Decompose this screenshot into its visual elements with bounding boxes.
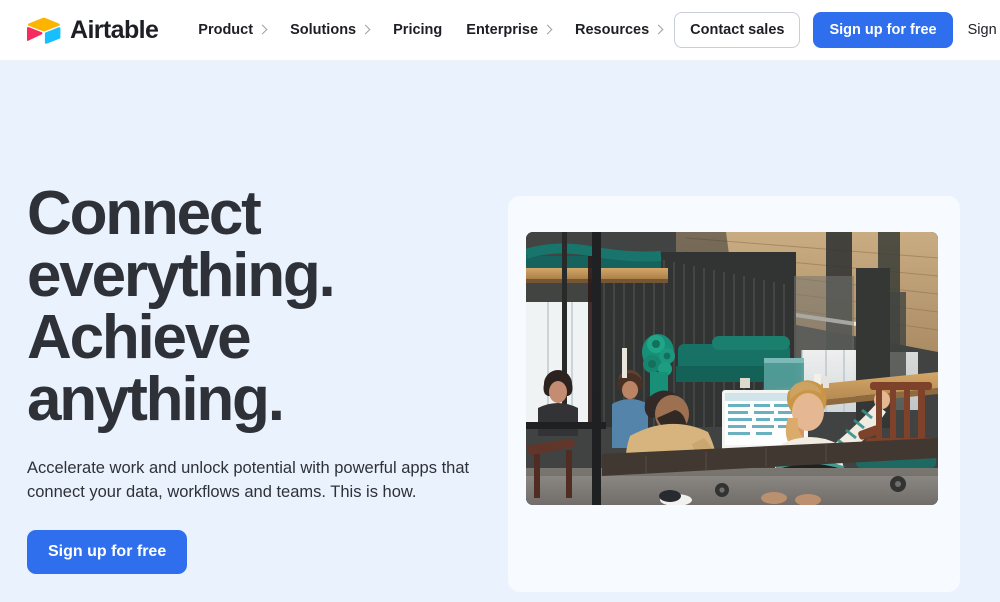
nav-item-label: Resources: [575, 22, 650, 38]
hero-image-card: [508, 196, 960, 592]
nav-item-label: Enterprise: [466, 22, 539, 38]
hero-title-line-2: everything.: [27, 241, 336, 310]
page-title: Connect everything. Achieve anything.: [27, 183, 507, 431]
chevron-right-icon: [360, 24, 371, 34]
nav-item-pricing[interactable]: Pricing: [381, 16, 454, 44]
nav-item-solutions[interactable]: Solutions: [278, 16, 381, 44]
airtable-logo-icon: [26, 17, 61, 44]
hero-photo-illustration: [526, 232, 938, 505]
hero-photo: [526, 232, 938, 505]
chevron-right-icon: [257, 24, 268, 34]
nav-item-label: Pricing: [393, 22, 443, 38]
nav-item-product[interactable]: Product: [186, 16, 278, 44]
nav-item-label: Product: [198, 22, 254, 38]
header-actions: Contact sales Sign up for free Sign in: [674, 12, 1000, 48]
brand-name: Airtable: [70, 15, 159, 44]
sign-in-link[interactable]: Sign in: [966, 18, 1000, 42]
hero-subtitle: Accelerate work and unlock potential wit…: [27, 459, 470, 501]
hero-title-line-1: Connect: [27, 179, 262, 248]
nav-item-enterprise[interactable]: Enterprise: [454, 16, 563, 44]
primary-nav: Product Solutions Pricing Enterprise Res…: [186, 16, 674, 44]
contact-sales-button[interactable]: Contact sales: [674, 12, 801, 48]
chevron-right-icon: [542, 24, 553, 34]
hero-section: Connect everything. Achieve anything. Ac…: [0, 61, 1000, 602]
site-header: Airtable Product Solutions Pricing Enter…: [0, 0, 1000, 61]
hero-title-line-3: Achieve: [27, 303, 252, 372]
page-root: Airtable Product Solutions Pricing Enter…: [0, 0, 1000, 602]
hero-signup-button[interactable]: Sign up for free: [27, 529, 188, 574]
brand-logo-link[interactable]: Airtable: [26, 15, 159, 44]
nav-item-label: Solutions: [290, 22, 357, 38]
chevron-right-icon: [653, 24, 664, 34]
nav-item-resources[interactable]: Resources: [563, 16, 674, 44]
hero-title-line-4: anything.: [27, 365, 285, 434]
hero-copy: Connect everything. Achieve anything. Ac…: [27, 183, 507, 574]
header-signup-button[interactable]: Sign up for free: [813, 12, 953, 48]
